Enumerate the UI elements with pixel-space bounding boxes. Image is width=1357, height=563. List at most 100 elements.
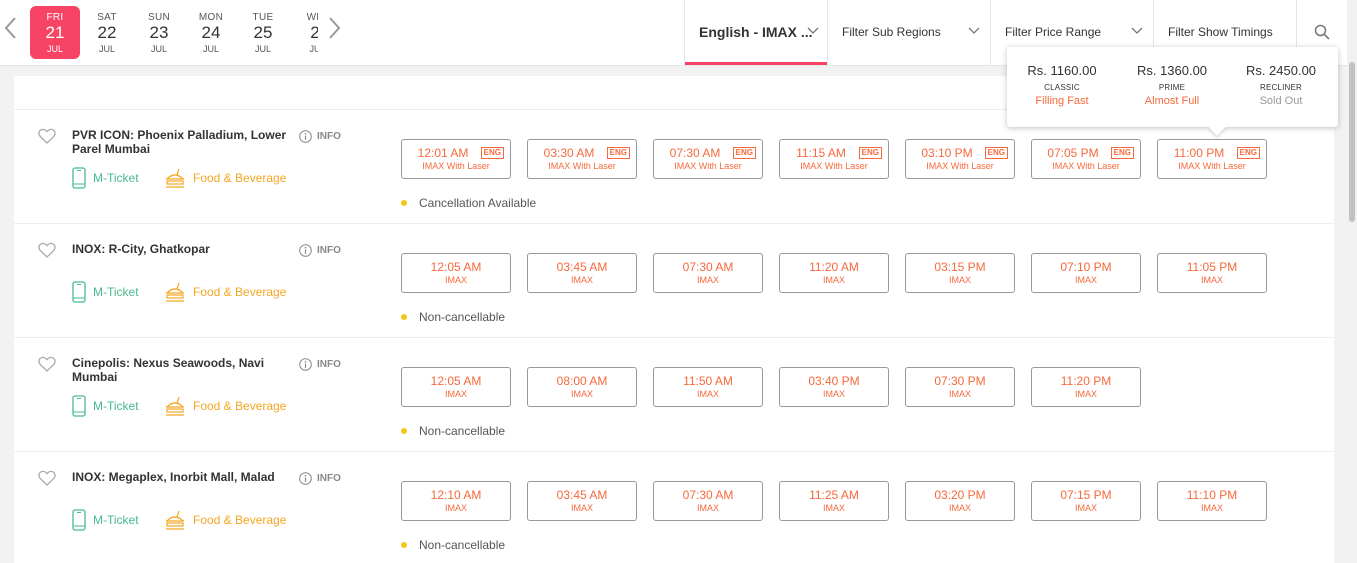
info-button[interactable]: INFO	[299, 358, 341, 371]
heart-icon[interactable]	[38, 128, 56, 144]
venue-name[interactable]: PVR ICON: Phoenix Palladium, Lower Parel…	[72, 128, 287, 156]
venue-name[interactable]: Cinepolis: Nexus Seawoods, Navi Mumbai	[72, 356, 287, 384]
mobile-phone-icon	[72, 395, 93, 417]
showtime-button[interactable]: 03:20 PM IMAX	[905, 481, 1015, 521]
cancellation-status: Non-cancellable	[401, 424, 505, 438]
showtime-button[interactable]: 12:05 AM IMAX	[401, 367, 511, 407]
showtime-format: IMAX	[696, 389, 719, 399]
showtime-button[interactable]: 08:00 AM IMAX	[527, 367, 637, 407]
date-day: 24	[201, 23, 221, 42]
info-button[interactable]: INFO	[299, 244, 341, 257]
info-button[interactable]: INFO	[299, 130, 341, 143]
chevron-down-icon	[1131, 27, 1143, 34]
showtime-time: 03:45 AM	[556, 260, 608, 274]
showtime-time: 12:10 AM	[430, 488, 482, 502]
m-ticket-amenity: M-Ticket	[72, 395, 139, 417]
venue-name[interactable]: INOX: Megaplex, Inorbit Mall, Malad	[72, 470, 287, 484]
food-icon	[164, 281, 193, 303]
chevron-right-icon[interactable]	[324, 14, 344, 42]
m-ticket-label: M-Ticket	[93, 171, 139, 185]
showtime-button[interactable]: 11:00 PM IMAX With Laser ENG	[1157, 139, 1267, 179]
seat-category: PRIME	[1158, 83, 1186, 92]
cancellation-status: Non-cancellable	[401, 310, 505, 324]
showtime-time: 07:15 PM	[1060, 488, 1112, 502]
showtime-button[interactable]: 11:05 PM IMAX	[1157, 253, 1267, 293]
heart-icon[interactable]	[38, 356, 56, 372]
showtime-button[interactable]: 07:15 PM IMAX	[1031, 481, 1141, 521]
price-category: Rs. 2450.00 RECLINER Sold Out	[1231, 63, 1331, 107]
info-button[interactable]: INFO	[299, 472, 341, 485]
showtime-button[interactable]: 12:01 AM IMAX With Laser ENG	[401, 139, 511, 179]
language-tag: ENG	[606, 147, 630, 159]
scrollbar-thumb[interactable]	[1349, 62, 1355, 222]
info-label: INFO	[317, 473, 341, 484]
sub-regions-filter-dropdown[interactable]: Filter Sub Regions	[827, 0, 990, 66]
showtime-button[interactable]: 03:40 PM IMAX	[779, 367, 889, 407]
showtime-button[interactable]: 03:45 AM IMAX	[527, 481, 637, 521]
chevron-down-icon	[968, 27, 980, 34]
date-item[interactable]: FRI 21 JUL	[30, 6, 80, 59]
showtime-button[interactable]: 07:30 PM IMAX	[905, 367, 1015, 407]
venue-row: INOX: Megaplex, Inorbit Mall, Malad INFO M…	[14, 452, 1334, 563]
seat-category: RECLINER	[1259, 83, 1303, 92]
showtime-button[interactable]: 07:30 AM IMAX	[653, 481, 763, 521]
food-beverage-label: Food & Beverage	[193, 399, 287, 413]
date-weekday: SUN	[147, 12, 170, 23]
date-item[interactable]: SUN 23 JUL	[134, 6, 184, 59]
m-ticket-amenity: M-Ticket	[72, 509, 139, 531]
date-item[interactable]: WE2 JU	[290, 6, 318, 59]
showtime-button[interactable]: 07:10 PM IMAX	[1031, 253, 1141, 293]
showtime-button[interactable]: 03:45 AM IMAX	[527, 253, 637, 293]
showtime-button[interactable]: 07:30 AM IMAX	[653, 253, 763, 293]
chevron-left-icon[interactable]	[1, 14, 21, 42]
language-filter-dropdown[interactable]: English - IMAX ...	[684, 0, 828, 66]
showtime-format: IMAX With Laser	[548, 161, 616, 171]
cancellation-status: Cancellation Available	[401, 196, 536, 210]
mobile-phone-icon	[72, 509, 93, 531]
showtime-button[interactable]: 11:10 PM IMAX	[1157, 481, 1267, 521]
price-range-filter-label: Filter Price Range	[1005, 25, 1102, 39]
showtime-button[interactable]: 03:10 PM IMAX With Laser ENG	[905, 139, 1015, 179]
showtime-time: 11:10 PM	[1186, 488, 1238, 502]
status-dot-icon	[401, 200, 407, 206]
language-tag: ENG	[1236, 147, 1260, 159]
showtime-format: IMAX	[822, 503, 845, 513]
showtime-button[interactable]: 11:15 AM IMAX With Laser ENG	[779, 139, 889, 179]
venue-name[interactable]: INOX: R-City, Ghatkopar	[72, 242, 287, 256]
food-icon	[164, 509, 193, 531]
showtime-button[interactable]: 07:30 AM IMAX With Laser ENG	[653, 139, 763, 179]
showtime-button[interactable]: 07:05 PM IMAX With Laser ENG	[1031, 139, 1141, 179]
showtime-button[interactable]: 11:50 AM IMAX	[653, 367, 763, 407]
showtime-button[interactable]: 11:20 AM IMAX	[779, 253, 889, 293]
date-day: 25	[253, 23, 273, 42]
heart-icon[interactable]	[38, 242, 56, 258]
showtime-button[interactable]: 11:25 AM IMAX	[779, 481, 889, 521]
venues-container: PVR ICON: Phoenix Palladium, Lower Parel…	[14, 110, 1334, 563]
showtime-button[interactable]: 03:30 AM IMAX With Laser ENG	[527, 139, 637, 179]
date-month: JUL	[98, 44, 115, 54]
cancellation-label: Non-cancellable	[419, 310, 506, 324]
venue-row: Cinepolis: Nexus Seawoods, Navi Mumbai IN…	[14, 338, 1334, 452]
date-day: 21	[45, 23, 65, 42]
date-item[interactable]: TUE 25 JUL	[238, 6, 288, 59]
availability-status: Sold Out	[1259, 95, 1303, 107]
date-item[interactable]: SAT 22 JUL	[82, 6, 132, 59]
food-icon	[164, 167, 193, 189]
showtime-button[interactable]: 12:05 AM IMAX	[401, 253, 511, 293]
showtime-button[interactable]: 12:10 AM IMAX	[401, 481, 511, 521]
mobile-phone-icon	[72, 167, 93, 189]
showtime-format: IMAX	[444, 275, 467, 285]
showtime-button[interactable]: 11:20 PM IMAX	[1031, 367, 1141, 407]
info-icon	[299, 130, 317, 143]
m-ticket-label: M-Ticket	[93, 399, 139, 413]
status-dot-icon	[401, 542, 407, 548]
date-weekday: MON	[198, 12, 224, 23]
heart-icon[interactable]	[38, 470, 56, 486]
date-item[interactable]: MON 24 JUL	[186, 6, 236, 59]
showtime-time: 03:45 AM	[556, 488, 608, 502]
food-beverage-amenity: Food & Beverage	[164, 167, 286, 189]
showtime-format: IMAX	[948, 389, 971, 399]
showtime-button[interactable]: 03:15 PM IMAX	[905, 253, 1015, 293]
scrollbar[interactable]	[1347, 0, 1357, 563]
food-beverage-amenity: Food & Beverage	[164, 281, 286, 303]
